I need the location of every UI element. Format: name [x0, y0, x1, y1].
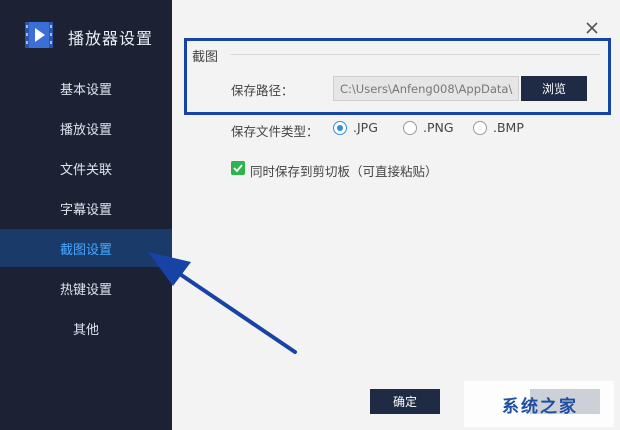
section-divider	[230, 54, 600, 55]
ok-button[interactable]: 确定	[370, 389, 440, 414]
radio-circle	[473, 120, 487, 135]
sidebar-item-hotkeys[interactable]: 热键设置	[0, 269, 172, 307]
section-title: 截图	[192, 50, 219, 65]
radio-label: .PNG	[423, 120, 454, 135]
sidebar-item-file-association[interactable]: 文件关联	[0, 149, 172, 187]
sidebar-item-subtitles[interactable]: 字幕设置	[0, 189, 172, 227]
radio-jpg[interactable]: .JPG	[333, 120, 378, 135]
sidebar: 播放器设置 基本设置 播放设置 文件关联 字幕设置 截图设置 热键设置 其他	[0, 0, 172, 430]
film-play-icon	[25, 22, 53, 48]
clipboard-checkbox[interactable]	[231, 161, 245, 175]
radio-circle	[333, 120, 347, 135]
radio-bmp[interactable]: .BMP	[473, 120, 524, 135]
radio-png[interactable]: .PNG	[403, 120, 454, 135]
settings-panel	[172, 0, 620, 430]
cancel-button[interactable]	[530, 389, 600, 414]
file-type-label: 保存文件类型：	[231, 124, 319, 139]
save-path-label: 保存路径：	[231, 83, 294, 98]
radio-circle	[403, 120, 417, 135]
save-path-input[interactable]	[333, 76, 519, 101]
app-header: 播放器设置	[0, 0, 172, 72]
sidebar-item-screenshot[interactable]: 截图设置	[0, 229, 172, 267]
close-icon[interactable]	[582, 18, 602, 38]
sidebar-item-basic[interactable]: 基本设置	[0, 69, 172, 107]
radio-label: .BMP	[493, 120, 524, 135]
radio-label: .JPG	[353, 120, 378, 135]
browse-button[interactable]: 浏览	[521, 76, 587, 101]
clipboard-label: 同时保存到剪切板（可直接粘贴）	[250, 164, 438, 179]
sidebar-item-playback[interactable]: 播放设置	[0, 109, 172, 147]
app-title: 播放器设置	[68, 29, 154, 48]
sidebar-item-other[interactable]: 其他	[0, 309, 172, 347]
